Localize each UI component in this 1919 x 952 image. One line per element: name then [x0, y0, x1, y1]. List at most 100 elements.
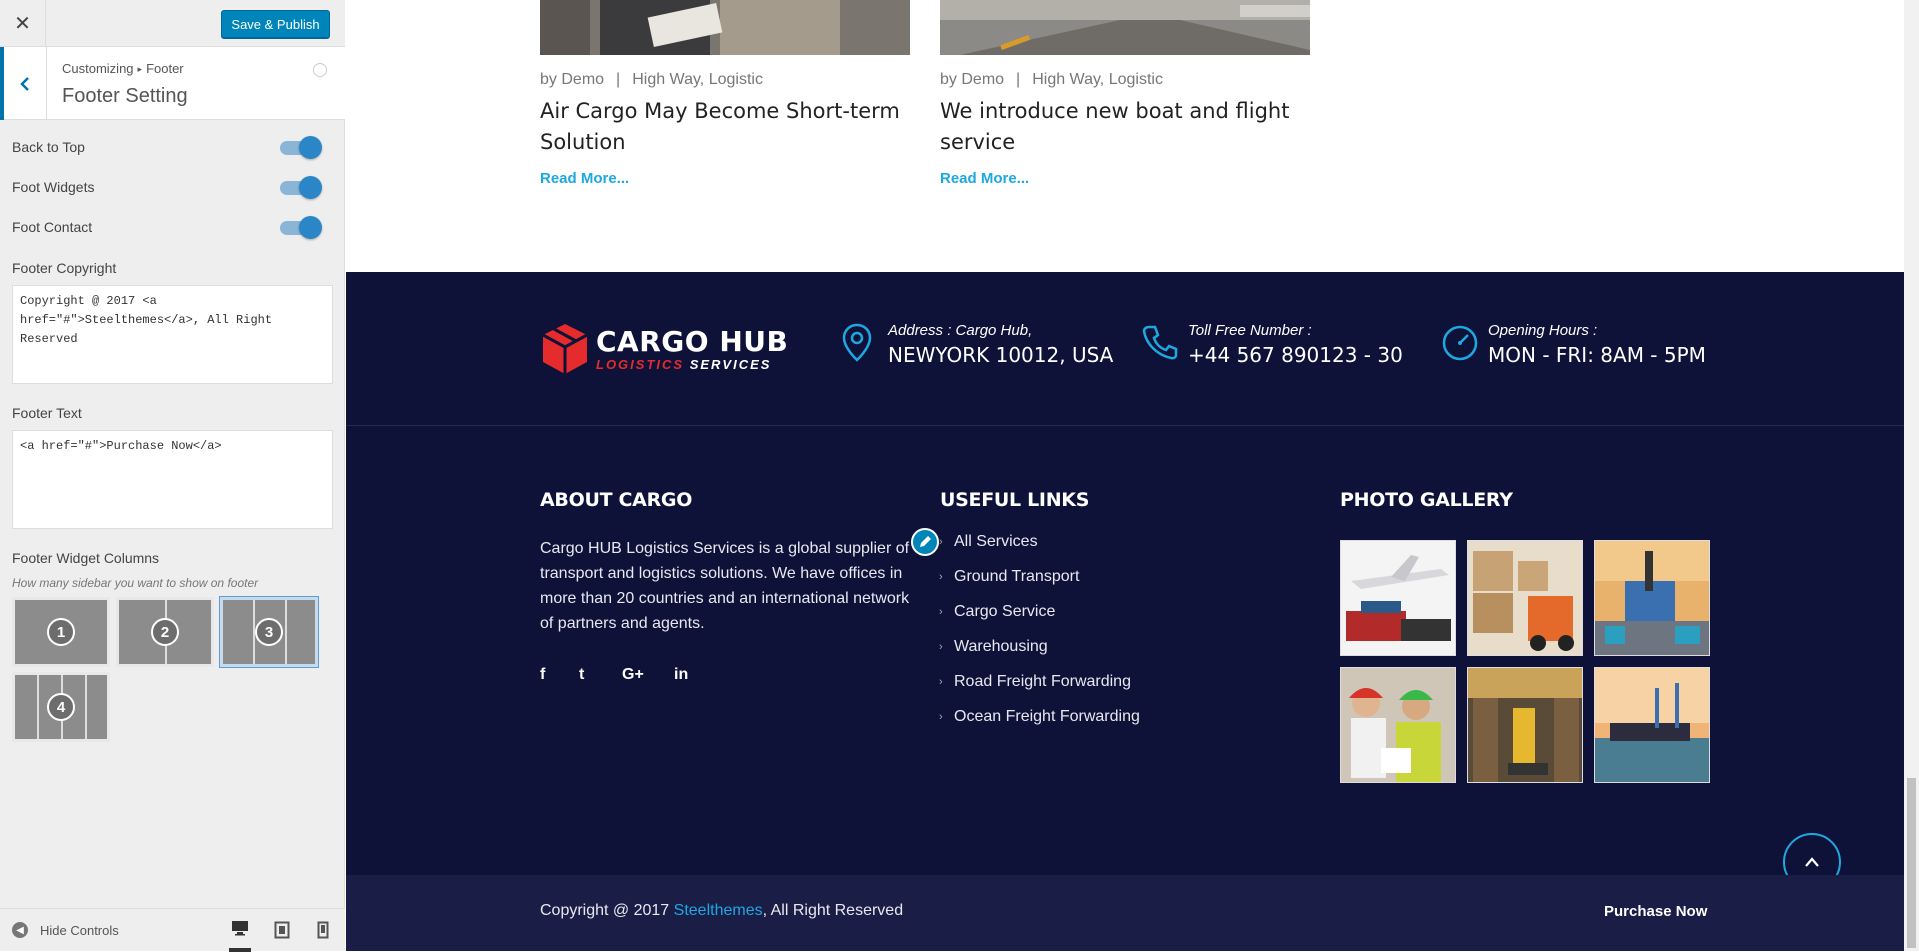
footer-link-label: All Services	[954, 533, 1038, 550]
google-plus-icon[interactable]: G+	[622, 666, 644, 684]
column-option-1[interactable]: 1	[12, 597, 110, 667]
post-title[interactable]: Air Cargo May Become Short-term Solution	[540, 96, 910, 158]
footer-widgets: ABOUT CARGO Cargo HUB Logistics Services…	[346, 426, 1904, 875]
purchase-now-link[interactable]: Purchase Now	[1604, 903, 1707, 920]
site-preview: by Demo | High Way, Logistic Air Cargo May…	[346, 0, 1904, 951]
footer-columns-description: How many sidebar you want to show on foo…	[12, 576, 259, 590]
facebook-icon[interactable]: f	[540, 666, 545, 684]
breadcrumb-root: Customizing	[62, 61, 134, 76]
brand-tagline-white: SERVICES	[689, 356, 772, 372]
gallery-photo-airplane[interactable]	[1340, 540, 1456, 656]
post-title[interactable]: We introduce new boat and flight service	[940, 96, 1310, 158]
contact-label: Toll Free Number :	[1188, 322, 1312, 339]
back-to-top-toggle[interactable]	[278, 136, 322, 159]
footer-link[interactable]: › Cargo Service	[939, 603, 1055, 621]
desktop-preview-button[interactable]	[229, 920, 251, 952]
steelthemes-link[interactable]: Steelthemes	[674, 902, 763, 919]
post-category-link[interactable]: High Way	[632, 71, 700, 88]
foot-contact-control: Foot Contact	[12, 215, 322, 239]
photo-gallery-heading: PHOTO GALLERY	[1340, 489, 1513, 511]
chevron-right-icon: ›	[939, 606, 943, 618]
column-option-number: 4	[47, 693, 75, 721]
gallery-photo-warehouse[interactable]	[1467, 667, 1583, 783]
breadcrumb-section: Footer	[146, 61, 184, 76]
column-option-4[interactable]: 4	[12, 672, 110, 742]
brand-tagline-red: LOGISTICS	[596, 356, 685, 372]
contact-label: Opening Hours :	[1488, 322, 1598, 339]
gallery-photo-forklift[interactable]	[1467, 540, 1583, 656]
breadcrumb-separator: ▸	[137, 64, 143, 74]
twitter-icon[interactable]: t	[579, 666, 584, 684]
copyright-prefix: Copyright @ 2017	[540, 902, 674, 919]
post-category-link[interactable]: High Way	[1032, 71, 1100, 88]
post-by: by	[940, 71, 957, 88]
panel-title: Footer Setting	[62, 85, 188, 107]
gallery-photo-workers[interactable]	[1340, 667, 1456, 783]
footer-link[interactable]: › Warehousing	[939, 638, 1048, 656]
copyright-text: Copyright @ 2017 Steelthemes, All Right …	[540, 902, 903, 920]
tablet-preview-button[interactable]	[271, 919, 293, 941]
post-by: by	[540, 71, 557, 88]
footer-text-label: Footer Text	[12, 405, 82, 421]
post-image-cargo-handover[interactable]	[540, 0, 910, 55]
contact-value: NEWYORK 10012, USA	[888, 343, 1114, 367]
footer-copyright-label: Footer Copyright	[12, 260, 117, 276]
foot-contact-toggle[interactable]	[278, 216, 322, 239]
chevron-left-icon	[20, 76, 29, 91]
chevron-right-icon: ›	[939, 676, 943, 688]
edit-shortcut-pencil-icon[interactable]	[911, 528, 939, 556]
about-text: Cargo HUB Logistics Services is a global…	[540, 540, 910, 632]
post-meta: by Demo | High Way, Logistic	[940, 71, 1163, 89]
chevron-right-icon: ›	[939, 711, 943, 723]
post-author-link[interactable]: Demo	[961, 71, 1004, 88]
post-author-link[interactable]: Demo	[561, 71, 604, 88]
linkedin-icon[interactable]: in	[674, 666, 688, 684]
post-meta: by Demo | High Way, Logistic	[540, 71, 763, 89]
brand-tagline: LOGISTICS SERVICES	[596, 357, 788, 372]
close-customizer-button[interactable]: ✕	[0, 0, 46, 47]
footer-link[interactable]: › Ocean Freight Forwarding	[939, 708, 1140, 726]
footer-link[interactable]: › Ground Transport	[939, 568, 1079, 586]
foot-widgets-toggle[interactable]	[278, 176, 322, 199]
desktop-icon	[232, 921, 248, 936]
column-option-number: 2	[151, 618, 179, 646]
footer-link-label: Ground Transport	[954, 568, 1080, 585]
foot-widgets-control: Foot Widgets	[12, 175, 322, 199]
help-icon[interactable]	[313, 63, 327, 77]
save-publish-button[interactable]: Save & Publish	[221, 10, 330, 38]
footer-text-textarea[interactable]: <a href="#">Purchase Now</a>	[12, 430, 333, 529]
meta-comma: ,	[699, 71, 705, 88]
gallery-photo-cargo-ship[interactable]	[1594, 667, 1710, 783]
read-more-link[interactable]: Read More...	[940, 170, 1029, 187]
back-button[interactable]	[0, 47, 47, 120]
footer-link-label: Cargo Service	[954, 603, 1056, 620]
mobile-preview-button[interactable]	[312, 919, 334, 941]
customizer-header: ✕ Save & Publish	[0, 0, 345, 47]
column-option-3[interactable]: 3	[219, 596, 319, 668]
footer-link-label: Road Freight Forwarding	[954, 673, 1131, 690]
footer-bottom-bar: Copyright @ 2017 Steelthemes, All Right …	[346, 875, 1904, 951]
useful-links-heading: USEFUL LINKS	[940, 489, 1090, 511]
post-image-tarmac[interactable]	[940, 0, 1310, 55]
post-category-link[interactable]: Logistic	[1109, 71, 1163, 88]
chevron-up-icon	[1805, 857, 1819, 867]
gallery-photo-container-port[interactable]	[1594, 540, 1710, 656]
footer-copyright-textarea[interactable]: Copyright @ 2017 <a href="#">Steelthemes…	[12, 285, 333, 384]
footer-link[interactable]: › All Services	[939, 533, 1038, 551]
post-category-link[interactable]: Logistic	[709, 71, 763, 88]
chevron-right-icon: ›	[939, 571, 943, 583]
hide-controls-button[interactable]: ◀ Hide Controls	[12, 922, 119, 938]
column-option-number: 3	[255, 618, 283, 646]
contact-label: Address : Cargo Hub,	[888, 322, 1033, 339]
meta-comma: ,	[1099, 71, 1105, 88]
chevron-right-icon: ›	[939, 536, 943, 548]
collapse-icon: ◀	[12, 922, 28, 938]
hours-contact: Opening Hours : MON - FRI: 8AM - 5PM	[1440, 322, 1706, 367]
preview-scrollbar[interactable]	[1904, 0, 1919, 951]
site-logo[interactable]: CARGO HUB LOGISTICS SERVICES	[540, 322, 788, 376]
column-option-2[interactable]: 2	[116, 597, 214, 667]
breadcrumb: Customizing ▸ Footer	[62, 61, 184, 76]
scrollbar-thumb[interactable]	[1907, 778, 1916, 948]
read-more-link[interactable]: Read More...	[540, 170, 629, 187]
footer-link[interactable]: › Road Freight Forwarding	[939, 673, 1131, 691]
